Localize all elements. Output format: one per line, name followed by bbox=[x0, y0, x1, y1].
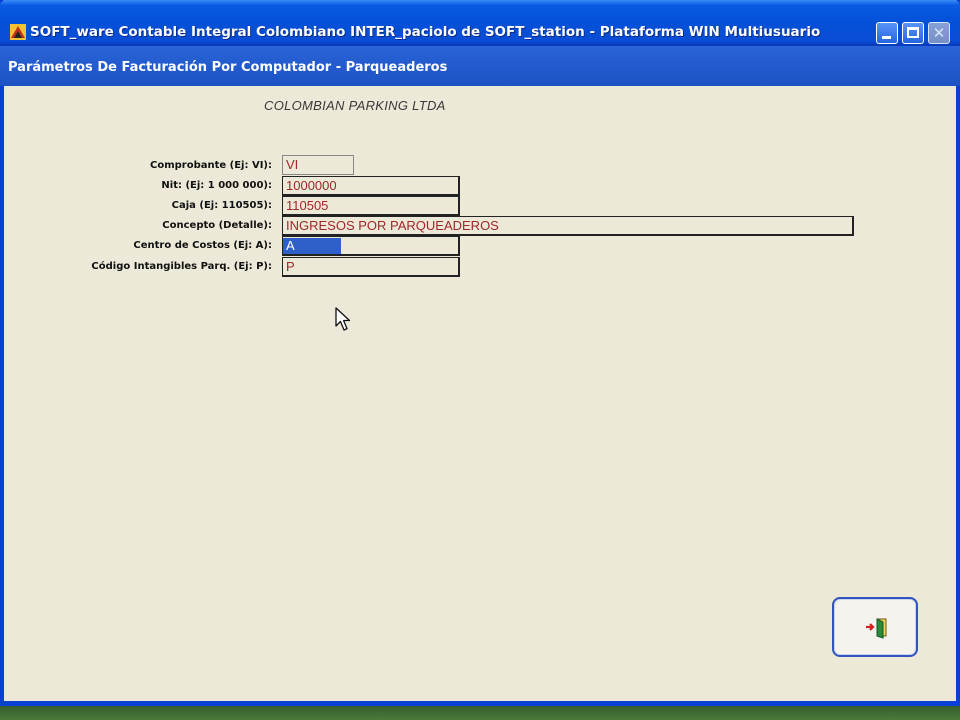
app-logo-icon bbox=[10, 24, 26, 40]
exit-door-icon bbox=[866, 618, 887, 639]
codigo-intangibles-input[interactable]: P bbox=[282, 257, 460, 277]
close-button[interactable]: ✕ bbox=[928, 22, 950, 44]
caja-input[interactable]: 110505 bbox=[282, 196, 460, 216]
mouse-pointer-icon bbox=[335, 307, 351, 331]
concepto-input[interactable]: INGRESOS POR PARQUEADEROS bbox=[282, 216, 854, 236]
maximize-button[interactable] bbox=[902, 22, 924, 44]
form-title-bar: Parámetros De Facturación Por Computador… bbox=[0, 46, 960, 86]
centro-costos-input[interactable]: A bbox=[282, 236, 460, 256]
window-title: SOFT_ware Contable Integral Colombiano I… bbox=[30, 24, 821, 40]
app-window: SOFT_ware Contable Integral Colombiano I… bbox=[0, 0, 960, 706]
centro-costos-label: Centro de Costos (Ej: A): bbox=[133, 240, 272, 251]
caja-label: Caja (Ej: 110505): bbox=[171, 200, 272, 211]
company-name: COLOMBIAN PARKING LTDA bbox=[264, 98, 446, 113]
exit-button[interactable] bbox=[832, 597, 918, 657]
minimize-icon bbox=[882, 36, 891, 39]
maximize-icon bbox=[907, 27, 919, 38]
concepto-label: Concepto (Detalle): bbox=[162, 220, 272, 231]
desktop-background bbox=[0, 706, 960, 720]
codigo-intangibles-label: Código Intangibles Parq. (Ej: P): bbox=[91, 261, 272, 272]
minimize-button[interactable] bbox=[876, 22, 898, 44]
title-bar[interactable]: SOFT_ware Contable Integral Colombiano I… bbox=[0, 0, 960, 46]
comprobante-label: Comprobante (Ej: VI): bbox=[150, 160, 272, 171]
close-icon: ✕ bbox=[932, 24, 946, 42]
centro-costos-selected-text: A bbox=[283, 238, 341, 254]
form-title: Parámetros De Facturación Por Computador… bbox=[8, 60, 448, 75]
nit-input[interactable]: 1000000 bbox=[282, 176, 460, 196]
nit-label: Nit: (Ej: 1 000 000): bbox=[161, 180, 272, 191]
comprobante-input[interactable]: VI bbox=[282, 155, 354, 175]
form-content: COLOMBIAN PARKING LTDA Comprobante (Ej: … bbox=[4, 86, 956, 701]
